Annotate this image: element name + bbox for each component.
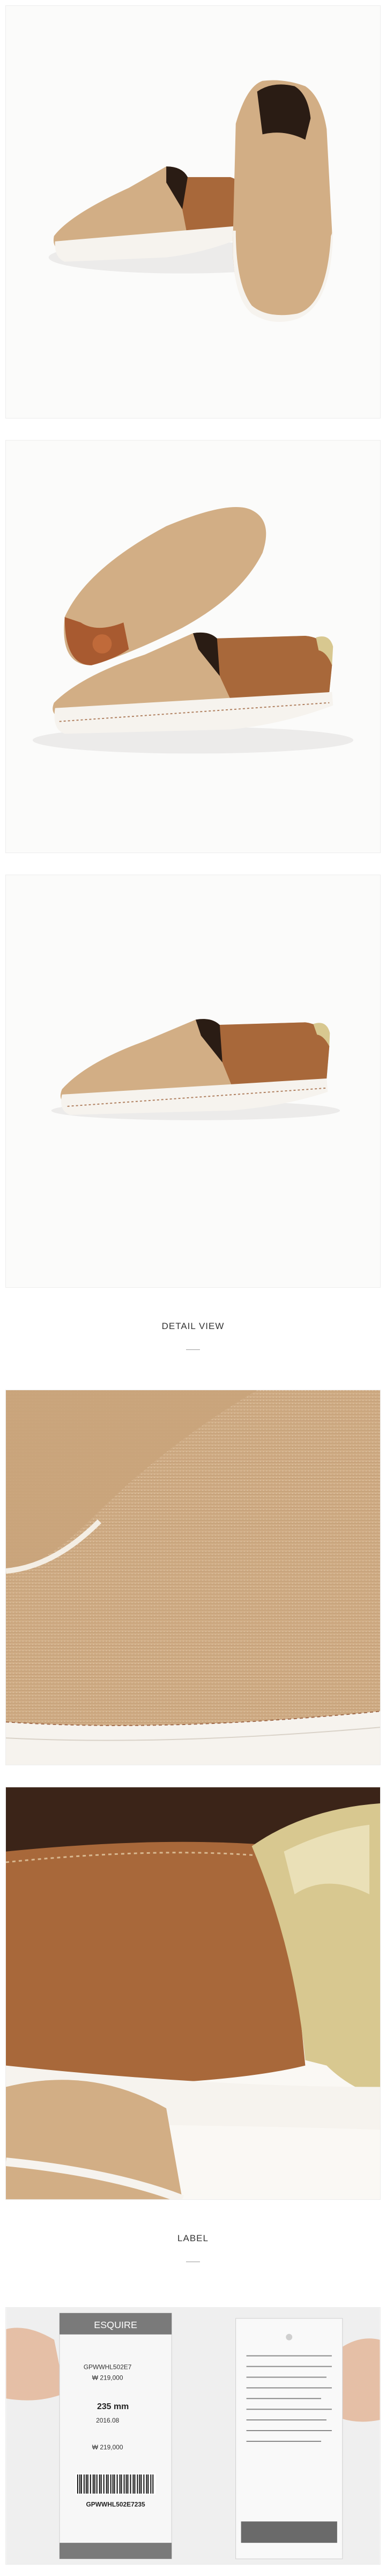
barcode-icon xyxy=(75,2473,156,2495)
tag-size: 235 mm xyxy=(97,2402,129,2411)
leather-heel-image xyxy=(6,1787,380,2199)
label-photo-tags: ESQUIRE GPWWHL502E7 ₩ 219,000 235 mm 201… xyxy=(5,2307,381,2565)
label-title: LABEL xyxy=(177,2233,209,2243)
tag-model-footer: GPWWHL502E7235 xyxy=(86,2500,145,2508)
tag-brand: ESQUIRE xyxy=(94,2320,137,2330)
care-tag xyxy=(235,2318,343,2559)
price-tag: ESQUIRE GPWWHL502E7 ₩ 219,000 235 mm 201… xyxy=(59,2313,172,2559)
tag-date: 2016.08 xyxy=(96,2417,120,2424)
tag-price-header: ₩ 219,000 xyxy=(92,2374,123,2381)
shoe-single-side-image xyxy=(6,875,380,1287)
tag-code-header: GPWWHL502E7 xyxy=(84,2364,132,2371)
detail-view-title: DETAIL VIEW xyxy=(161,1321,225,1331)
product-photo-single-side xyxy=(5,875,381,1288)
product-photo-pair-stacked xyxy=(5,440,381,853)
detail-photo-canvas-texture xyxy=(5,1390,381,1765)
shoe-pair-stacked-image xyxy=(6,441,380,853)
detail-photo-leather-heel xyxy=(5,1787,381,2200)
canvas-texture-image xyxy=(6,1390,380,1765)
product-photo-pair-top xyxy=(5,5,381,419)
tag-price-footer: ₩ 219,000 xyxy=(92,2443,123,2451)
shoe-pair-top-image xyxy=(6,6,380,418)
detail-view-divider xyxy=(186,1349,200,1350)
tag-photo-image: ESQUIRE GPWWHL502E7 ₩ 219,000 235 mm 201… xyxy=(6,2308,380,2564)
